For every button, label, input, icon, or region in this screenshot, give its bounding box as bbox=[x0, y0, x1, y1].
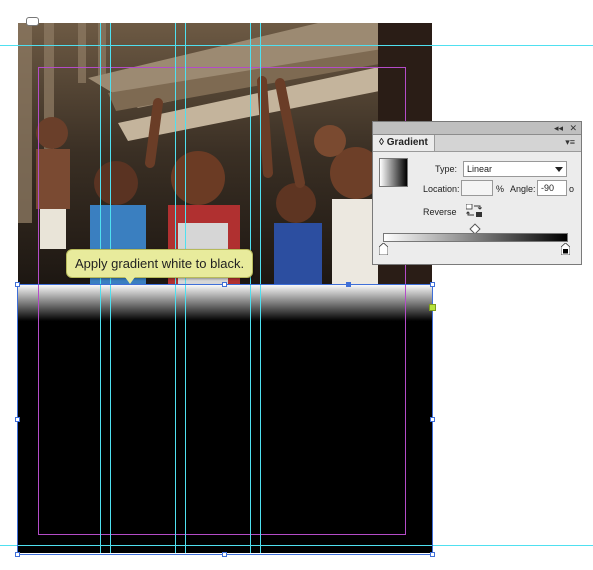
close-panel-icon[interactable]: ✕ bbox=[569, 122, 577, 134]
page-margin-guide bbox=[38, 67, 406, 535]
type-select[interactable]: Linear bbox=[463, 161, 567, 177]
vertical-guide[interactable] bbox=[175, 23, 176, 553]
gradient-stop-white[interactable] bbox=[379, 243, 388, 255]
resize-handle-top[interactable] bbox=[222, 282, 227, 287]
document-canvas: Apply gradient white to black. ◂◂ ✕ ◊ Gr… bbox=[0, 0, 593, 570]
resize-handle-bottom[interactable] bbox=[222, 552, 227, 557]
resize-handle-right[interactable] bbox=[430, 417, 435, 422]
panel-titlebar[interactable]: ◂◂ ✕ bbox=[373, 122, 581, 135]
resize-handle-top-left[interactable] bbox=[15, 282, 20, 287]
resize-handle-bottom-left[interactable] bbox=[15, 552, 20, 557]
gradient-stop-black[interactable] bbox=[561, 243, 570, 255]
chevron-down-icon bbox=[555, 167, 563, 172]
horizontal-guide[interactable] bbox=[0, 545, 593, 546]
resize-handle-top-right[interactable] bbox=[430, 282, 435, 287]
gradient-ramp[interactable] bbox=[383, 233, 568, 242]
tab-cycle-icon[interactable]: ◊ bbox=[379, 137, 384, 148]
collapse-panel-icon[interactable]: ◂◂ bbox=[554, 122, 563, 134]
angle-field[interactable]: -90 bbox=[537, 180, 567, 196]
reference-point-handle[interactable] bbox=[346, 282, 351, 287]
angle-label: Angle: bbox=[510, 184, 536, 194]
gradient-panel: ◂◂ ✕ ◊ Gradient ▾≡ Type: Linear Location… bbox=[372, 121, 582, 265]
resize-handle-left[interactable] bbox=[15, 417, 20, 422]
vertical-guide[interactable] bbox=[185, 23, 186, 553]
tab-gradient[interactable]: ◊ Gradient bbox=[373, 135, 435, 151]
reverse-label: Reverse bbox=[423, 207, 457, 217]
location-field[interactable] bbox=[461, 180, 493, 196]
link-badge-icon[interactable] bbox=[26, 17, 39, 26]
panel-menu-icon[interactable]: ▾≡ bbox=[565, 137, 575, 148]
vertical-guide[interactable] bbox=[250, 23, 251, 553]
instruction-tooltip: Apply gradient white to black. bbox=[66, 249, 254, 284]
text-frame-out-port[interactable] bbox=[429, 304, 436, 311]
resize-handle-bottom-right[interactable] bbox=[430, 552, 435, 557]
tab-gradient-label: Gradient bbox=[386, 137, 428, 148]
horizontal-guide[interactable] bbox=[0, 45, 593, 46]
gradient-preview-swatch bbox=[379, 158, 408, 187]
vertical-guide[interactable] bbox=[110, 23, 111, 553]
percent-sign: % bbox=[496, 184, 505, 194]
reverse-gradient-icon[interactable] bbox=[466, 204, 483, 217]
panel-tabbar: ◊ Gradient ▾≡ bbox=[373, 135, 581, 152]
type-select-value: Linear bbox=[467, 164, 493, 174]
type-label: Type: bbox=[435, 164, 458, 174]
vertical-guide[interactable] bbox=[100, 23, 101, 553]
degree-sign: o bbox=[569, 184, 575, 194]
location-label: Location: bbox=[423, 184, 460, 194]
vertical-guide[interactable] bbox=[260, 23, 261, 553]
